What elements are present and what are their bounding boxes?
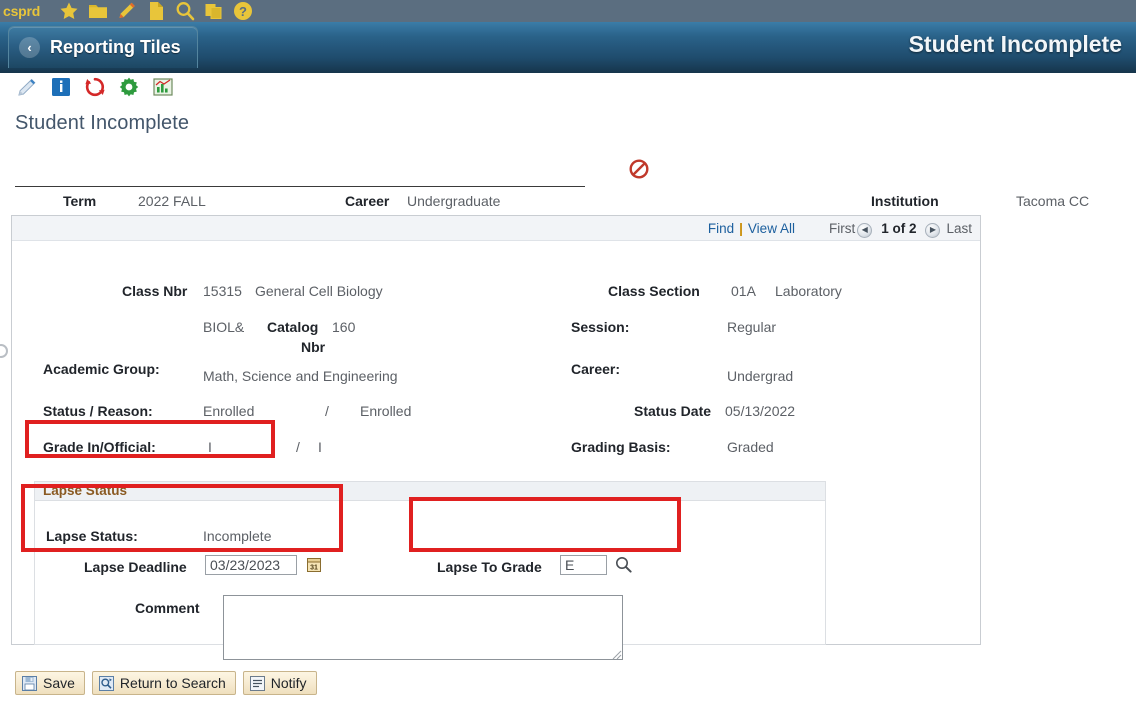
last-label[interactable]: Last: [946, 221, 972, 236]
edit-pencil-icon[interactable]: [117, 1, 137, 21]
annotation-lapse-to-grade: [409, 497, 681, 552]
lapse-deadline-input[interactable]: [205, 555, 297, 575]
status-reason-separator: /: [325, 403, 329, 419]
key-fields-divider: [15, 186, 585, 187]
grading-basis-label: Grading Basis:: [571, 439, 671, 455]
institution-value: Tacoma CC: [1016, 193, 1090, 209]
edge-partial-icon: [0, 344, 8, 358]
save-button-label: Save: [43, 675, 75, 691]
breadcrumb-reporting-tiles[interactable]: ‹ Reporting Tiles: [8, 26, 198, 68]
subject-value: BIOL&: [203, 319, 245, 335]
lapse-deadline-label: Lapse Deadline: [84, 559, 187, 575]
personalize-icon[interactable]: [16, 76, 38, 98]
left-arrow-icon: ◀: [861, 225, 868, 234]
institution-label: Institution: [871, 193, 939, 209]
status-date-label: Status Date: [634, 403, 712, 419]
floppy-disk-icon: [22, 675, 37, 691]
header-title: Student Incomplete: [908, 31, 1122, 57]
settings-gear-icon[interactable]: [118, 76, 140, 98]
session-label: Session:: [571, 319, 630, 335]
page-title: Student Incomplete: [15, 112, 190, 134]
status-date-value: 05/13/2022: [725, 403, 796, 419]
notify-button-label: Notify: [270, 675, 307, 691]
environment-brand-label: csprd: [3, 3, 41, 19]
help-icon[interactable]: ?: [233, 1, 253, 21]
class-section-value: 01A: [731, 283, 756, 299]
status-reason-label: Status / Reason:: [43, 403, 153, 419]
class-component-value: Laboratory: [775, 283, 842, 299]
nav-separator: |: [739, 220, 743, 236]
save-button[interactable]: Save: [15, 671, 85, 695]
right-arrow-icon: ▶: [929, 225, 937, 234]
svg-text:31: 31: [310, 565, 318, 572]
app-root: csprd ? ‹ Reporting Tiles Student Incomp…: [0, 0, 1136, 706]
return-to-search-button[interactable]: Return to Search: [91, 671, 236, 695]
new-document-icon[interactable]: [146, 1, 166, 21]
svg-text:?: ?: [239, 4, 247, 19]
term-value: 2022 FALL: [138, 193, 206, 209]
academic-group-label: Academic Group:: [43, 361, 160, 377]
search-icon[interactable]: [175, 1, 195, 21]
annotation-grade-in-official: [25, 420, 275, 458]
return-to-search-button-label: Return to Search: [119, 675, 226, 691]
catalog-nbr-label-line1: Catalog: [267, 319, 319, 335]
comment-label: Comment: [135, 600, 200, 616]
career-value: Undergraduate: [407, 193, 501, 209]
reason-value: Enrolled: [360, 403, 412, 419]
calendar-icon[interactable]: 31: [307, 557, 321, 572]
comment-textarea[interactable]: [223, 595, 623, 660]
breadcrumb-label: Reporting Tiles: [50, 37, 181, 57]
term-label: Term: [63, 193, 97, 209]
grade-separator: /: [296, 439, 300, 455]
page-toolbar: [16, 75, 174, 99]
grade-official-value: I: [318, 439, 322, 455]
refresh-icon[interactable]: [84, 76, 106, 98]
view-all-link[interactable]: View All: [748, 221, 795, 236]
copy-icon[interactable]: [204, 1, 224, 21]
row-counter: 1 of 2: [881, 220, 917, 236]
annotation-lapse-status: [21, 484, 343, 552]
row-navigation-bar: Find | View All First ◀ 1 of 2 ▶ Last: [12, 216, 980, 241]
search-return-icon: [98, 675, 114, 691]
status-value: Enrolled: [203, 403, 255, 419]
find-link[interactable]: Find: [708, 221, 734, 236]
info-icon[interactable]: [50, 76, 72, 98]
class-section-label: Class Section: [608, 283, 700, 299]
first-label[interactable]: First: [829, 221, 855, 236]
academic-group-value: Math, Science and Engineering: [203, 368, 398, 384]
key-fields-row: Term 2022 FALL Career Undergraduate Inst…: [0, 193, 1136, 215]
chart-icon[interactable]: [152, 76, 174, 98]
class-nbr-value: 15315: [203, 283, 242, 299]
session-value: Regular: [727, 319, 777, 335]
magnifier-lookup-icon[interactable]: [615, 556, 632, 573]
catalog-nbr-value: 160: [332, 319, 356, 335]
favorites-star-icon[interactable]: [59, 1, 79, 21]
action-button-row: Save Return to Search Notify: [15, 671, 317, 695]
next-row-button[interactable]: ▶: [925, 222, 941, 238]
notify-icon: [249, 675, 265, 691]
notify-button[interactable]: Notify: [242, 671, 317, 695]
class-nbr-label: Class Nbr: [122, 283, 188, 299]
career-detail-label: Career:: [571, 361, 621, 377]
career-detail-value: Undergrad: [727, 368, 794, 384]
browser-toolbar: csprd ?: [0, 0, 1136, 22]
back-chevron-icon[interactable]: ‹: [19, 37, 40, 58]
lapse-to-grade-input[interactable]: [560, 555, 607, 575]
grading-basis-value: Graded: [727, 439, 774, 455]
folder-icon[interactable]: [88, 1, 108, 21]
class-title-value: General Cell Biology: [255, 283, 383, 299]
previous-row-button[interactable]: ◀: [857, 222, 873, 238]
no-entry-icon: [628, 158, 650, 180]
career-label: Career: [345, 193, 390, 209]
lapse-to-grade-label: Lapse To Grade: [437, 559, 542, 575]
catalog-nbr-label-line2: Nbr: [301, 339, 326, 355]
